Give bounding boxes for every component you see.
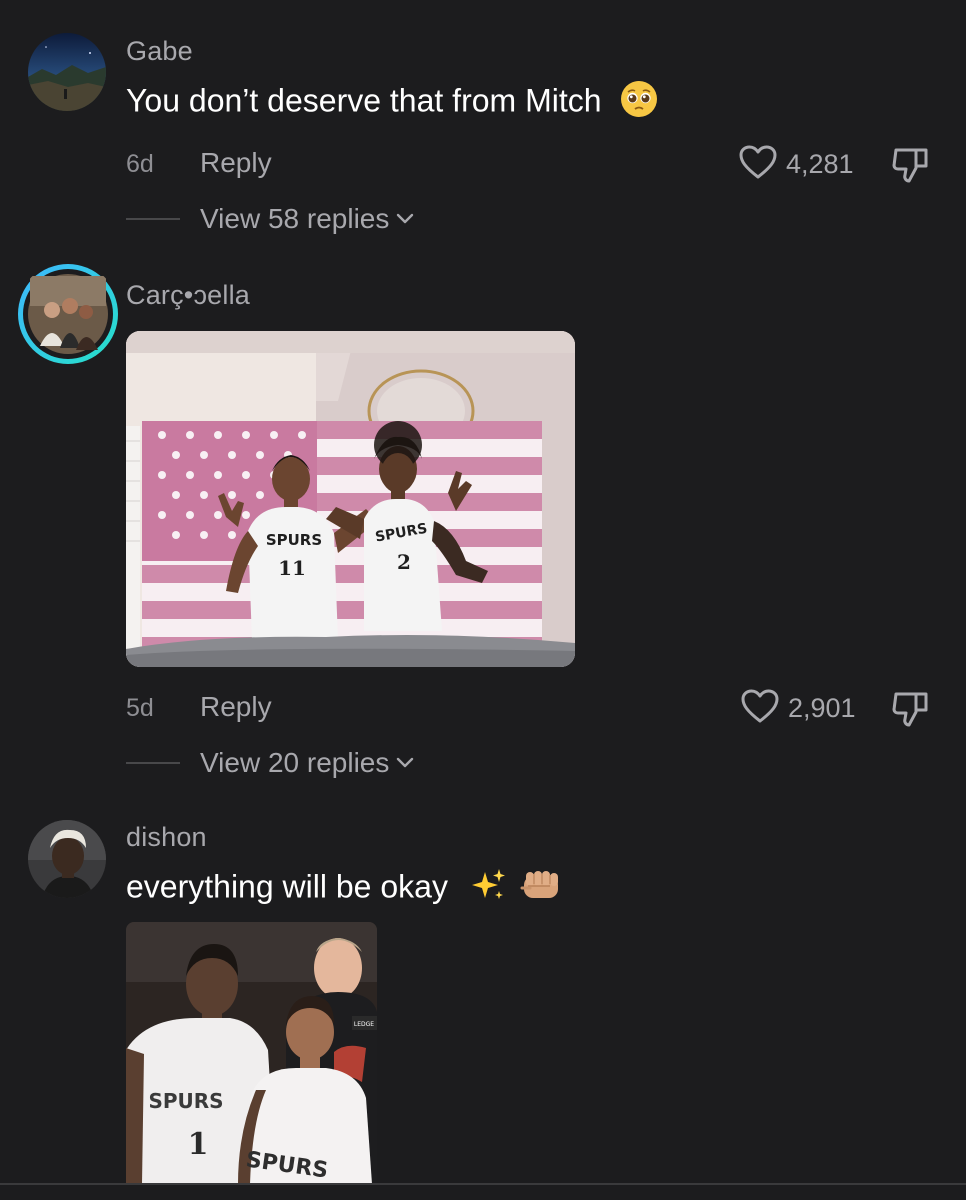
sparkles-emoji: [469, 866, 507, 912]
badge-text: LEDGE: [354, 1021, 374, 1028]
comment-image[interactable]: LEDGE SPURS 1 SPURS: [126, 922, 377, 1184]
comments-screen: Gabe You don’t deserve that from Mitch 6…: [0, 0, 966, 1200]
comment-text: everything will be okay: [126, 866, 564, 912]
jersey-number-text: 1: [188, 1127, 209, 1162]
comment-dishon: dishon everything will be okay LEDGE SPU…: [0, 0, 966, 1200]
comment-username[interactable]: dishon: [126, 822, 207, 853]
avatar[interactable]: [28, 820, 106, 898]
fist-bump-emoji: [520, 866, 564, 912]
jersey-team-text: SPURS: [148, 1089, 223, 1113]
bottom-divider: [0, 1183, 966, 1185]
comment-body: everything will be okay: [126, 868, 448, 905]
